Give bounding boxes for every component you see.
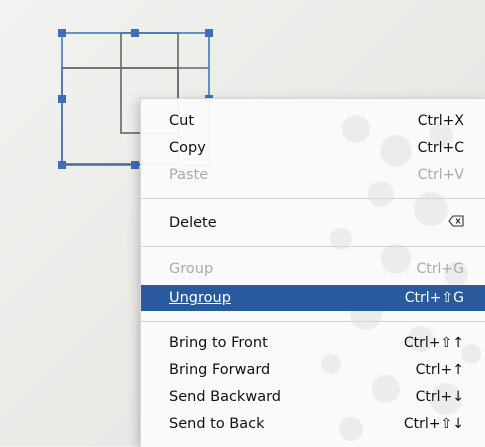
- menu-item-label: Send to Back: [169, 416, 265, 432]
- menu-item-shortcut: Ctrl+⇧G: [404, 290, 464, 306]
- menu-item-cut[interactable]: Cut Ctrl+X: [141, 108, 485, 134]
- menu-item-group: Group Ctrl+G: [141, 256, 485, 282]
- resize-handle-bottom[interactable]: [131, 161, 139, 169]
- menu-item-bring-to-front[interactable]: Bring to Front Ctrl+⇧↑: [141, 330, 485, 356]
- menu-item-shortcut: Ctrl+C: [417, 140, 464, 156]
- menu-item-shortcut: Ctrl+⇧↑: [403, 335, 464, 351]
- menu-item-label: Cut: [169, 113, 194, 129]
- menu-item-label: Group: [169, 261, 214, 277]
- menu-item-label: Bring to Front: [169, 335, 268, 351]
- menu-item-delete[interactable]: Delete: [141, 210, 485, 236]
- menu-separator: [141, 246, 485, 247]
- resize-handle-bottom-left[interactable]: [58, 161, 66, 169]
- resize-handle-top-right[interactable]: [205, 29, 213, 37]
- menu-item-bring-forward[interactable]: Bring Forward Ctrl+↑: [141, 357, 485, 383]
- menu-item-shortcut: Ctrl+↓: [415, 389, 464, 405]
- menu-item-copy[interactable]: Copy Ctrl+C: [141, 135, 485, 161]
- menu-separator: [141, 198, 485, 199]
- menu-item-shortcut: Ctrl+⇧↓: [403, 416, 464, 432]
- menu-item-label: Send Backward: [169, 389, 281, 405]
- menu-item-label: Paste: [169, 167, 209, 183]
- menu-item-label: Bring Forward: [169, 362, 271, 378]
- menu-item-label: Copy: [169, 140, 206, 156]
- resize-handle-left[interactable]: [58, 95, 66, 103]
- menu-item-shortcut: Ctrl+↑: [415, 362, 464, 378]
- context-menu: Cut Ctrl+X Copy Ctrl+C Paste Ctrl+V Dele…: [140, 98, 485, 447]
- backspace-icon: [448, 215, 464, 231]
- resize-handle-top[interactable]: [131, 29, 139, 37]
- menu-item-label: Ungroup: [169, 290, 231, 306]
- menu-separator: [141, 321, 485, 322]
- menu-item-send-to-back[interactable]: Send to Back Ctrl+⇧↓: [141, 411, 485, 437]
- resize-handle-top-left[interactable]: [58, 29, 66, 37]
- menu-item-send-backward[interactable]: Send Backward Ctrl+↓: [141, 384, 485, 410]
- menu-item-label: Delete: [169, 215, 217, 231]
- menu-item-shortcut: Ctrl+X: [417, 113, 464, 129]
- menu-item-paste: Paste Ctrl+V: [141, 162, 485, 188]
- menu-item-ungroup[interactable]: Ungroup Ctrl+⇧G: [141, 285, 485, 311]
- menu-item-shortcut: Ctrl+G: [416, 261, 465, 277]
- menu-item-shortcut: Ctrl+V: [417, 167, 464, 183]
